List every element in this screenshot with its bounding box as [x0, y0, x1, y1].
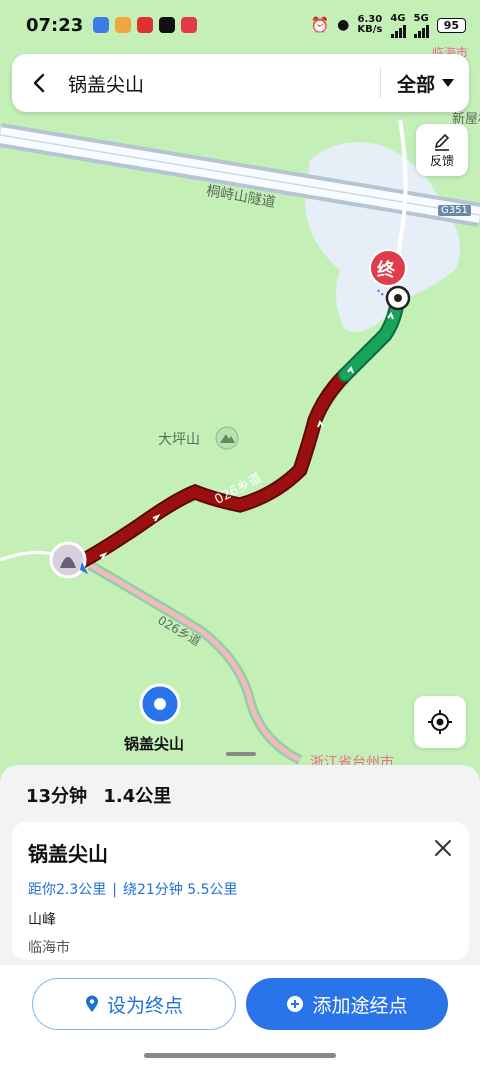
poi-pin-icon	[139, 683, 181, 725]
place-city: 临海市	[28, 940, 70, 956]
highway-shield: G351	[438, 205, 471, 216]
map-view[interactable]: 桐峙山隧道 G351 大坪山 026乡道 026乡道 锅盖尖山 浙江省台州市 临…	[0, 0, 480, 800]
start-avatar	[49, 541, 88, 579]
road-026-lower	[87, 560, 303, 765]
detour-info: 绕21分钟 5.5公里	[122, 882, 238, 898]
place-card[interactable]: 锅盖尖山 距你2.3公里 | 绕21分钟 5.5公里 山峰 临海市	[12, 822, 469, 960]
tiktok-icon	[159, 17, 176, 33]
alarm-icon: ⏰	[310, 16, 330, 34]
search-bar[interactable]: 锅盖尖山 全部	[12, 54, 469, 112]
close-button[interactable]	[431, 836, 455, 860]
battery-indicator: 95	[436, 17, 466, 33]
route-duration: 13分钟	[26, 786, 88, 807]
status-time: 07:23	[26, 14, 84, 36]
sheet-drag-handle[interactable]	[226, 752, 256, 756]
filter-label: 全部	[396, 73, 435, 96]
category-filter-dropdown[interactable]: 全部	[381, 70, 469, 97]
place-category: 山峰	[28, 912, 56, 928]
location-pin-icon	[85, 995, 98, 1012]
app-icon	[115, 17, 132, 33]
destination-point-icon	[385, 285, 411, 311]
route-summary: 13分钟 1.4公里	[26, 782, 181, 808]
poi-label[interactable]: 锅盖尖山	[124, 733, 184, 754]
route-distance: 1.4公里	[103, 786, 172, 807]
tmall-icon	[137, 17, 154, 33]
add-waypoint-label: 添加途经点	[312, 994, 408, 1017]
feedback-button[interactable]: 反馈	[416, 124, 468, 176]
add-circle-icon	[287, 996, 304, 1012]
feedback-label: 反馈	[429, 153, 454, 168]
location-icon: ●	[337, 17, 350, 33]
mountain-icon	[215, 426, 239, 450]
home-indicator[interactable]	[144, 1053, 336, 1058]
crosshair-icon	[428, 710, 452, 734]
sim1-signal: 4G	[390, 13, 406, 38]
status-bar: 07:23 ⏰ ● 6.30 KB/s 4G 5G 95	[0, 0, 480, 50]
mountain-label: 大坪山	[158, 432, 200, 448]
place-distance-info: 距你2.3公里 | 绕21分钟 5.5公里	[28, 879, 453, 899]
separator: |	[112, 882, 117, 898]
caret-down-icon	[442, 79, 454, 87]
edit-icon	[434, 133, 450, 151]
end-marker-label: 终	[377, 260, 395, 281]
place-name: 锅盖尖山	[28, 842, 108, 866]
set-destination-button[interactable]: 设为终点	[32, 978, 236, 1030]
back-button[interactable]	[12, 54, 68, 112]
map-canvas	[0, 119, 480, 765]
distance-from-you: 距你2.3公里	[28, 882, 107, 898]
set-destination-label: 设为终点	[106, 994, 183, 1017]
sim2-signal: 5G	[414, 13, 429, 38]
app-icon	[181, 17, 198, 33]
net-speed: 6.30 KB/s	[357, 14, 383, 35]
search-query[interactable]: 锅盖尖山	[68, 70, 380, 97]
locate-me-button[interactable]	[414, 696, 466, 748]
add-waypoint-button[interactable]: 添加途经点	[246, 978, 448, 1030]
route-slow	[69, 369, 351, 571]
back-arrow-icon	[33, 73, 45, 93]
status-indicators: ⏰ ● 6.30 KB/s 4G 5G 95	[310, 13, 466, 38]
close-icon	[435, 840, 451, 856]
app-icon	[93, 17, 110, 33]
